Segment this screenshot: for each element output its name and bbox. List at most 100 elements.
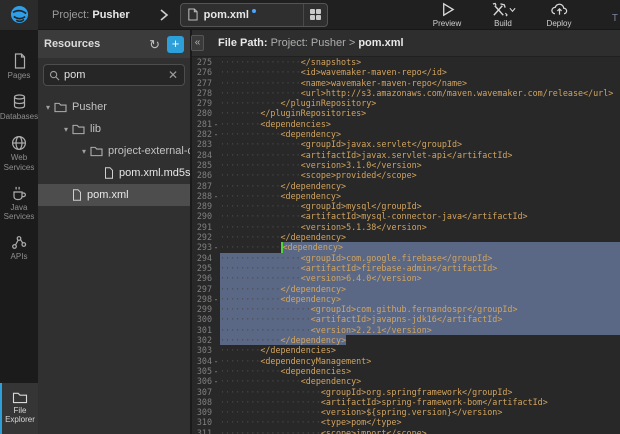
code-line-284[interactable]: 284················<artifactId>javax.ser… <box>192 150 620 160</box>
code-line-content[interactable]: ················<groupId>javax.servlet</… <box>220 139 620 149</box>
sidebar-item-databases[interactable]: Databases <box>0 87 38 128</box>
tree-item-pusher[interactable]: ▾Pusher <box>38 96 190 118</box>
code-line-content[interactable]: ················<url>http://s3.amazonaws… <box>220 88 620 98</box>
code-line-306[interactable]: 306-················<dependency> <box>192 376 620 386</box>
code-line-content[interactable]: ····················<artifactId>spring-f… <box>220 397 620 407</box>
code-line-content[interactable]: ············<dependency> <box>220 129 620 139</box>
code-line-296[interactable]: 296················<version>6.4.0</versi… <box>192 273 620 283</box>
fold-marker[interactable]: - <box>212 356 220 366</box>
code-line-content[interactable]: ················<id>wavemaker-maven-repo… <box>220 67 620 77</box>
code-line-290[interactable]: 290················<artifactId>mysql-con… <box>192 211 620 221</box>
code-line-287[interactable]: 287············</dependency> <box>192 181 620 191</box>
code-line-301[interactable]: 301··················<version>2.2.1</ver… <box>192 325 620 335</box>
code-line-282[interactable]: 282-············<dependency> <box>192 129 620 139</box>
code-line-content[interactable]: ············<dependencies> <box>220 366 620 376</box>
code-line-content[interactable]: ··················<groupId>com.github.fe… <box>220 304 620 314</box>
code-line-content[interactable]: ············<dependency> <box>220 294 620 304</box>
code-line-content[interactable]: ············<dependency> <box>220 191 620 201</box>
code-line-content[interactable]: ············</dependency> <box>220 284 620 294</box>
build-button[interactable]: Build <box>480 1 526 28</box>
code-line-276[interactable]: 276················<id>wavemaker-maven-r… <box>192 67 620 77</box>
code-line-279[interactable]: 279············</pluginRepository> <box>192 98 620 108</box>
truncated-right-label[interactable]: T <box>612 13 618 24</box>
expand-arrow-icon[interactable]: ▾ <box>60 125 72 134</box>
code-line-content[interactable]: ················<scope>provided</scope> <box>220 170 620 180</box>
code-line-content[interactable]: ················<dependency> <box>220 376 620 386</box>
code-line-content[interactable]: ············<dependency> <box>220 242 620 252</box>
code-line-content[interactable]: ················<artifactId>firebase-adm… <box>220 263 620 273</box>
code-line-288[interactable]: 288-············<dependency> <box>192 191 620 201</box>
code-line-275[interactable]: 275················</snapshots> <box>192 57 620 67</box>
code-line-311[interactable]: 311····················<scope>import</sc… <box>192 428 620 434</box>
code-line-content[interactable]: ··················<artifactId>javapns-jd… <box>220 314 620 324</box>
code-line-309[interactable]: 309····················<version>${spring… <box>192 407 620 417</box>
code-line-299[interactable]: 299··················<groupId>com.github… <box>192 304 620 314</box>
search-box[interactable]: ✕ <box>43 64 185 86</box>
split-view-button[interactable] <box>303 4 327 26</box>
code-line-283[interactable]: 283················<groupId>javax.servle… <box>192 139 620 149</box>
sidebar-item-file-explorer[interactable]: File Explorer <box>0 383 38 434</box>
code-line-302[interactable]: 302············</dependency> <box>192 335 620 345</box>
code-line-277[interactable]: 277················<name>wavemaker-maven… <box>192 78 620 88</box>
sidebar-item-java-services[interactable]: Java Services <box>0 179 38 228</box>
code-line-content[interactable]: ············</pluginRepository> <box>220 98 620 108</box>
fold-marker[interactable]: - <box>212 376 220 386</box>
code-line-content[interactable]: ····················<scope>import</scope… <box>220 428 620 434</box>
wavemaker-logo[interactable] <box>0 0 38 30</box>
code-line-content[interactable]: ················<version>6.4.0</version> <box>220 273 620 283</box>
tree-item-pom.xml[interactable]: pom.xml <box>38 184 190 206</box>
clear-search-icon[interactable]: ✕ <box>167 68 179 82</box>
expand-arrow-icon[interactable]: ▾ <box>42 103 54 112</box>
code-line-content[interactable]: ········<dependencies> <box>220 119 620 129</box>
fold-marker[interactable]: - <box>212 119 220 129</box>
fold-marker[interactable]: - <box>212 294 220 304</box>
code-line-292[interactable]: 292············</dependency> <box>192 232 620 242</box>
preview-button[interactable]: Preview <box>424 1 470 28</box>
code-line-content[interactable]: ················<groupId>mysql</groupId> <box>220 201 620 211</box>
code-line-content[interactable]: ··················<version>2.2.1</versio… <box>220 325 620 335</box>
code-line-298[interactable]: 298-············<dependency> <box>192 294 620 304</box>
code-line-content[interactable]: ········<dependencyManagement> <box>220 356 620 366</box>
code-line-294[interactable]: 294················<groupId>com.google.f… <box>192 253 620 263</box>
tree-item-pom.xml.md5sum[interactable]: pom.xml.md5sum <box>38 162 190 184</box>
fold-marker[interactable]: - <box>212 191 220 201</box>
code-line-305[interactable]: 305-············<dependencies> <box>192 366 620 376</box>
code-line-content[interactable]: ····················<groupId>org.springf… <box>220 387 620 397</box>
code-line-289[interactable]: 289················<groupId>mysql</group… <box>192 201 620 211</box>
code-line-310[interactable]: 310····················<type>pom</type> <box>192 417 620 427</box>
code-line-307[interactable]: 307····················<groupId>org.spri… <box>192 387 620 397</box>
fold-marker[interactable]: - <box>212 242 220 252</box>
code-line-278[interactable]: 278················<url>http://s3.amazon… <box>192 88 620 98</box>
tab-pom-xml[interactable]: pom.xml <box>180 3 328 27</box>
code-line-281[interactable]: 281-········<dependencies> <box>192 119 620 129</box>
code-line-content[interactable]: ············</dependency> <box>220 232 620 242</box>
code-line-286[interactable]: 286················<scope>provided</scop… <box>192 170 620 180</box>
code-line-308[interactable]: 308····················<artifactId>sprin… <box>192 397 620 407</box>
project-breadcrumb[interactable]: Project: Pusher <box>52 9 130 21</box>
code-line-280[interactable]: 280········</pluginRepositories> <box>192 108 620 118</box>
deploy-button[interactable]: Deploy <box>536 1 582 28</box>
code-line-content[interactable]: ················<artifactId>mysql-connec… <box>220 211 620 221</box>
search-input[interactable] <box>64 69 167 81</box>
code-line-content[interactable]: ············</dependency> <box>220 335 620 345</box>
code-line-297[interactable]: 297············</dependency> <box>192 284 620 294</box>
code-line-content[interactable]: ················<version>5.1.38</version… <box>220 222 620 232</box>
code-line-304[interactable]: 304-········<dependencyManagement> <box>192 356 620 366</box>
code-line-content[interactable]: ····················<type>pom</type> <box>220 417 620 427</box>
code-line-293[interactable]: 293-············<dependency> <box>192 242 620 252</box>
refresh-icon[interactable]: ↻ <box>149 38 160 51</box>
code-line-300[interactable]: 300··················<artifactId>javapns… <box>192 314 620 324</box>
code-line-content[interactable]: ····················<version>${spring.ve… <box>220 407 620 417</box>
code-area[interactable]: 275················</snapshots>276······… <box>192 57 620 434</box>
code-line-content[interactable]: ················<artifactId>javax.servle… <box>220 150 620 160</box>
code-line-content[interactable]: ················</snapshots> <box>220 57 620 67</box>
tree-item-lib[interactable]: ▾lib <box>38 118 190 140</box>
sidebar-item-apis[interactable]: APIs <box>0 228 38 268</box>
fold-marker[interactable]: - <box>212 129 220 139</box>
fold-marker[interactable]: - <box>212 366 220 376</box>
code-line-content[interactable]: ············</dependency> <box>220 181 620 191</box>
expand-arrow-icon[interactable]: ▾ <box>78 147 90 156</box>
code-line-content[interactable]: ················<name>wavemaker-maven-re… <box>220 78 620 88</box>
sidebar-item-pages[interactable]: Pages <box>0 46 38 87</box>
code-line-content[interactable]: ················<groupId>com.google.fire… <box>220 253 620 263</box>
